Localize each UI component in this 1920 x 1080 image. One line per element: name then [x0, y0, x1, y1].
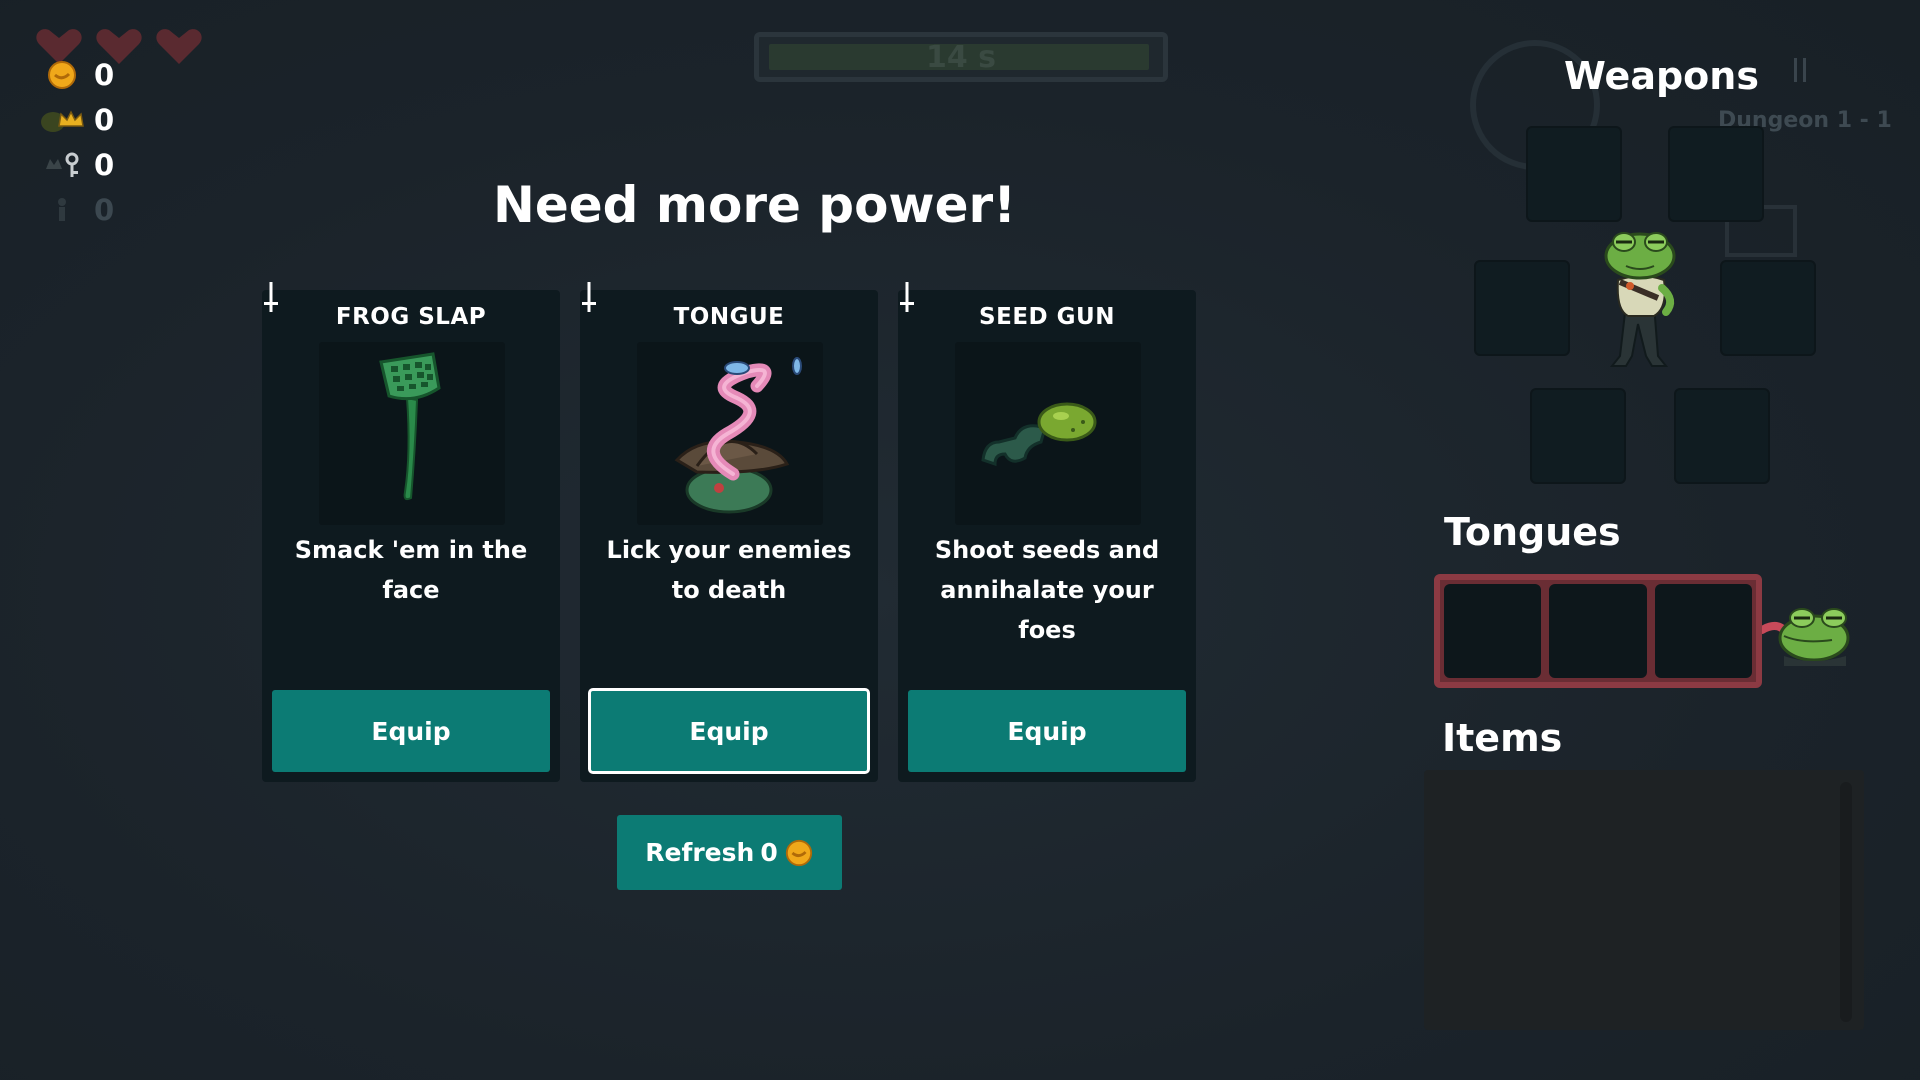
refresh-button[interactable]: Refresh 0 — [617, 815, 842, 890]
weapon-card-frog-slap: FROG SLAP Smack 'em in the face Equip — [262, 282, 560, 782]
frog-character-icon — [1604, 232, 1676, 367]
refresh-cost: 0 — [760, 838, 778, 867]
weapon-slot-3[interactable] — [1474, 260, 1570, 356]
coin-count: 0 — [94, 57, 115, 92]
card-description: Lick your enemies to death — [606, 536, 852, 604]
weapon-slot-5[interactable] — [1530, 388, 1626, 484]
card-description: Shoot seeds and annihalate your foes — [934, 536, 1160, 644]
items-scrollbar[interactable] — [1840, 782, 1852, 1022]
fly-swatter-icon — [379, 352, 441, 501]
weapon-slot-2[interactable] — [1668, 126, 1764, 222]
extra-count: 0 — [94, 192, 115, 227]
resource-counters: 0 0 0 0 — [36, 52, 114, 232]
tongues-title: Tongues — [1444, 510, 1621, 554]
card-title: TONGUE — [673, 304, 785, 330]
weapon-card-tongue: TONGUE Lick your enemies to death Equip — [580, 282, 878, 782]
weapon-slot-4[interactable] — [1720, 260, 1816, 356]
coin-counter: 0 — [36, 52, 114, 97]
coin-icon — [785, 839, 812, 866]
equip-button-frog-slap[interactable]: Equip — [272, 690, 550, 772]
crown-counter: 0 — [36, 97, 114, 142]
heart-icon — [156, 29, 202, 64]
weapon-card-seed-gun: SEED GUN Shoot seeds and annihalate your… — [898, 282, 1196, 782]
extra-counter: 0 — [36, 187, 114, 232]
tongue-slot-2[interactable] — [1549, 584, 1647, 678]
equip-button-tongue[interactable]: Equip — [588, 688, 870, 774]
page-title: Need more power! — [493, 176, 1016, 234]
crown-count: 0 — [94, 102, 115, 137]
tongue-frog-icon — [674, 357, 802, 514]
tongue-slot-1[interactable] — [1444, 584, 1542, 678]
timer-label: 14 s — [925, 39, 997, 75]
tongue-slot-3[interactable] — [1654, 584, 1752, 678]
wave-timer: 14 s — [754, 32, 1168, 82]
key-count: 0 — [94, 147, 115, 182]
card-image-slot — [955, 342, 1141, 525]
items-title: Items — [1442, 716, 1563, 760]
pause-icon[interactable] — [1794, 58, 1816, 82]
card-title: FROG SLAP — [335, 304, 487, 330]
refresh-label: Refresh — [645, 838, 755, 867]
key-icon — [36, 145, 88, 185]
items-panel — [1424, 770, 1864, 1030]
weapon-slot-1[interactable] — [1526, 126, 1622, 222]
weapon-slot-6[interactable] — [1674, 388, 1770, 484]
key-counter: 0 — [36, 142, 114, 187]
card-title: SEED GUN — [979, 304, 1115, 330]
crown-icon — [36, 100, 88, 140]
tongue-slots — [1434, 574, 1762, 688]
equip-button-seed-gun[interactable]: Equip — [908, 690, 1186, 772]
card-image-slot — [319, 342, 505, 525]
frog-tongue-icon — [1762, 608, 1850, 666]
card-image-slot — [637, 342, 823, 525]
figure-icon — [36, 190, 88, 230]
coin-icon — [36, 55, 88, 95]
card-description: Smack 'em in the face — [294, 536, 528, 604]
weapons-title: Weapons — [1564, 54, 1759, 98]
seed-gun-icon — [981, 402, 1097, 467]
